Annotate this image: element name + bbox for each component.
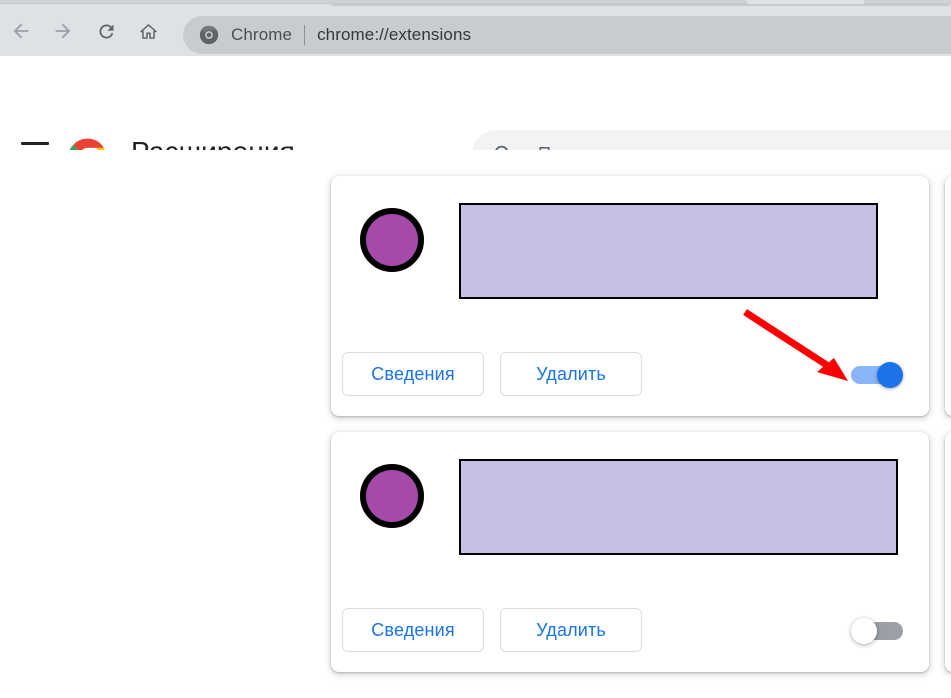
details-button[interactable]: Сведения (342, 352, 484, 396)
browser-chrome: Chrome chrome://extensions (0, 0, 951, 56)
extension-card[interactable] (945, 432, 951, 672)
remove-button[interactable]: Удалить (500, 352, 642, 396)
details-button[interactable]: Сведения (342, 608, 484, 652)
tab-inactive-right[interactable] (864, 0, 951, 4)
extensions-page-header: Расширения (0, 56, 951, 178)
forward-button[interactable] (46, 14, 80, 48)
extension-card[interactable] (945, 176, 951, 416)
arrow-left-icon (13, 23, 29, 39)
toggle-knob (851, 618, 877, 644)
extension-icon (360, 464, 424, 528)
home-icon (139, 23, 157, 39)
navigation-toolbar: Chrome chrome://extensions (0, 6, 951, 56)
enable-toggle[interactable] (851, 618, 903, 644)
extension-card[interactable]: Сведения Удалить (331, 432, 929, 672)
address-bar[interactable]: Chrome chrome://extensions (183, 16, 951, 54)
omnibox-url-text[interactable]: chrome://extensions (317, 25, 471, 45)
remove-button[interactable]: Удалить (500, 608, 642, 652)
home-button[interactable] (131, 14, 165, 48)
extension-card[interactable]: Сведения Удалить (331, 176, 929, 416)
card-actions: Сведения Удалить (342, 352, 642, 396)
arrow-right-icon (55, 23, 71, 39)
reload-icon (98, 23, 113, 38)
enable-toggle[interactable] (851, 362, 903, 388)
reload-button[interactable] (89, 14, 123, 48)
extension-name-redacted (459, 203, 878, 299)
extension-name-redacted (459, 459, 898, 555)
hamburger-bar (21, 142, 49, 145)
card-actions: Сведения Удалить (342, 608, 642, 652)
toggle-knob (877, 362, 903, 388)
omnibox-separator (304, 25, 306, 45)
back-button[interactable] (4, 14, 38, 48)
extensions-grid: Сведения Удалить Сведения Удалить (0, 150, 951, 698)
extension-icon (360, 208, 424, 272)
chrome-logo-grey-icon (199, 25, 219, 45)
omnibox-chip-label: Chrome (231, 25, 293, 44)
